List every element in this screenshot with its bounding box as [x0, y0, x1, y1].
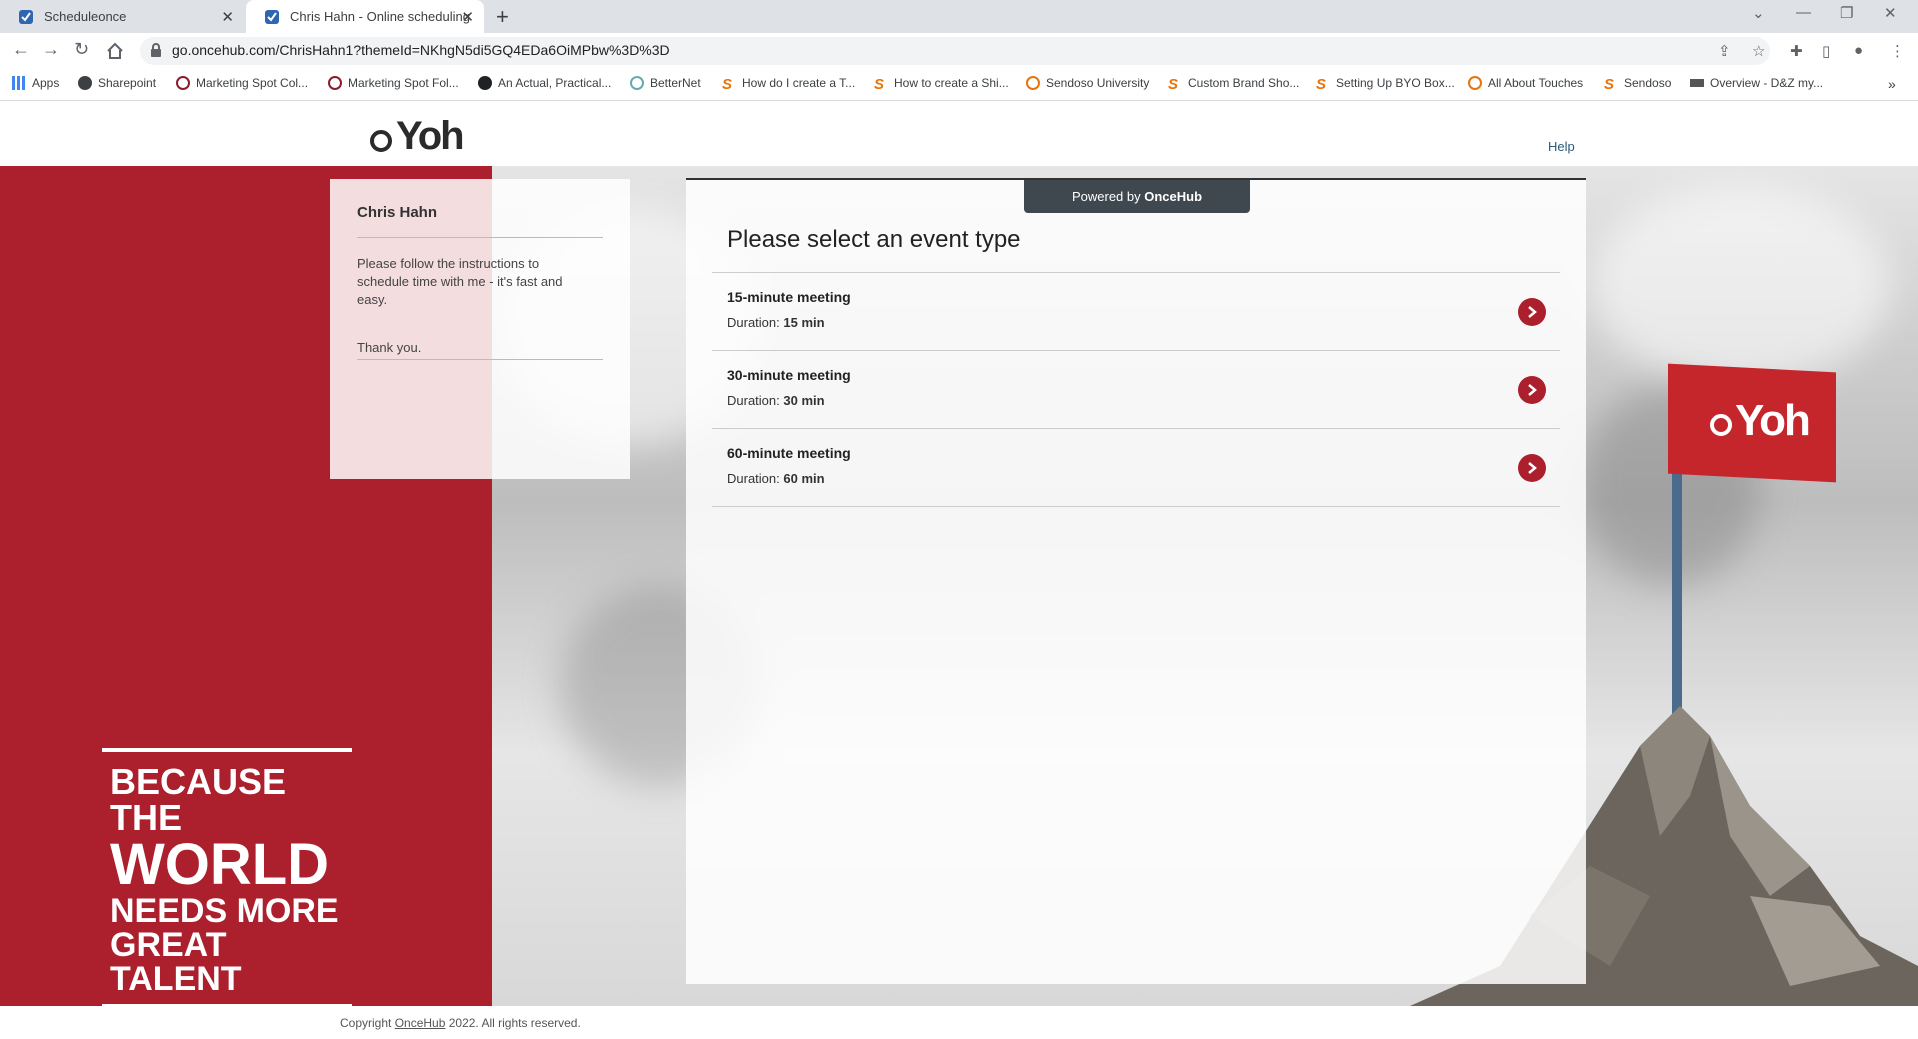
event-type-list: 15-minute meeting Duration: 15 min 30-mi…: [712, 272, 1560, 507]
tab-search-icon[interactable]: ⌄: [1752, 4, 1765, 22]
yoh-logo: Yoh: [370, 114, 465, 159]
event-name: 15-minute meeting: [727, 289, 851, 305]
oncehub-favicon-icon: [19, 9, 33, 24]
extensions-icon[interactable]: ✚: [1790, 42, 1803, 60]
menu-icon[interactable]: ⋮: [1890, 42, 1905, 60]
new-tab-icon[interactable]: +: [496, 4, 509, 30]
yoh-ring-icon: [328, 76, 342, 90]
bookmark-betternet[interactable]: BetterNet: [630, 76, 701, 90]
tagline: BECAUSE THE WORLD NEEDS MORE GREAT TALEN…: [102, 748, 352, 1006]
oncehub-link[interactable]: OnceHub: [395, 1016, 446, 1030]
bookmark-how-to-create[interactable]: S How to create a Shi...: [874, 76, 1009, 93]
event-type-30-min[interactable]: 30-minute meeting Duration: 30 min: [712, 351, 1560, 429]
bookmark-setting-up-byo[interactable]: S Setting Up BYO Box...: [1316, 76, 1455, 93]
tab-title: Scheduleonce: [44, 9, 127, 24]
tab-close-icon[interactable]: ✕: [221, 8, 234, 26]
browser-toolbar: ← → ↻ go.oncehub.com/ChrisHahn1?themeId=…: [0, 33, 1918, 69]
tagline-line-1: BECAUSE THE: [110, 761, 287, 838]
share-icon[interactable]: ⇪: [1718, 42, 1731, 60]
bookmark-custom-brand[interactable]: S Custom Brand Sho...: [1168, 76, 1299, 93]
bookmarks-bar: Apps Sharepoint Marketing Spot Col... Ma…: [0, 69, 1918, 101]
sendoso-icon: S: [722, 76, 733, 93]
event-name: 60-minute meeting: [727, 445, 851, 461]
event-duration: Duration: 60 min: [727, 471, 825, 486]
bookmark-all-about-touches[interactable]: All About Touches: [1468, 76, 1583, 90]
oncehub-favicon-icon: [265, 9, 279, 24]
tab-strip: Scheduleonce ✕ Chris Hahn - Online sched…: [0, 0, 1918, 33]
reload-icon[interactable]: ↻: [74, 39, 89, 60]
sendoso-icon: S: [1168, 76, 1179, 93]
minimize-icon[interactable]: —: [1796, 4, 1811, 21]
divider: [357, 237, 603, 238]
bookmark-marketing-spot-fol[interactable]: Marketing Spot Fol...: [328, 76, 459, 90]
yoh-ring-icon: [370, 129, 392, 152]
profile-icon[interactable]: ●: [1854, 42, 1863, 59]
chevron-right-icon[interactable]: [1518, 454, 1546, 482]
home-icon[interactable]: [106, 42, 124, 60]
event-type-60-min[interactable]: 60-minute meeting Duration: 60 min: [712, 429, 1560, 507]
divider: [357, 359, 603, 360]
restore-icon[interactable]: ❐: [1840, 4, 1853, 22]
sendoso-icon: S: [1604, 76, 1615, 93]
side-panel-icon[interactable]: ▯: [1822, 42, 1830, 60]
tab-title: Chris Hahn - Online scheduling: [290, 9, 470, 24]
sendoso-university-icon: [1026, 76, 1040, 90]
flag-yoh-logo: Yoh: [1710, 396, 1811, 446]
tab-scheduleonce[interactable]: Scheduleonce ✕: [0, 0, 244, 33]
footer: Copyright OnceHub 2022. All rights reser…: [0, 1006, 1918, 1039]
event-duration: Duration: 30 min: [727, 393, 825, 408]
back-icon[interactable]: ←: [12, 39, 30, 60]
bookmark-marketing-spot-col[interactable]: Marketing Spot Col...: [176, 76, 308, 90]
profile-card: Chris Hahn Please follow the instruction…: [330, 179, 630, 479]
hero-background: BECAUSE THE WORLD NEEDS MORE GREAT TALEN…: [0, 166, 1918, 1006]
clock-icon: [478, 76, 492, 90]
event-duration: Duration: 15 min: [727, 315, 825, 330]
bookmark-sendoso[interactable]: S Sendoso: [1604, 76, 1671, 93]
chevron-right-icon[interactable]: [1518, 376, 1546, 404]
tagline-line-4: GREAT TALENT: [110, 926, 242, 998]
profile-message: Please follow the instructions to schedu…: [357, 256, 563, 307]
event-selection-panel: Powered by OnceHub Please select an even…: [686, 178, 1586, 984]
yoh-ring-icon: [1710, 414, 1732, 436]
sendoso-icon: S: [1316, 76, 1327, 93]
url-text[interactable]: go.oncehub.com/ChrisHahn1?themeId=NKhgN5…: [172, 42, 670, 58]
powered-by-badge[interactable]: Powered by OnceHub: [1024, 180, 1250, 213]
tab-chris-hahn[interactable]: Chris Hahn - Online scheduling ✕: [246, 0, 484, 33]
copyright: Copyright OnceHub 2022. All rights reser…: [340, 1016, 581, 1030]
bookmark-sharepoint[interactable]: Sharepoint: [78, 76, 156, 90]
chevron-right-icon[interactable]: [1518, 298, 1546, 326]
yoh-ring-icon: [176, 76, 190, 90]
profile-name: Chris Hahn: [357, 204, 438, 221]
more-bookmarks-icon[interactable]: »: [1888, 76, 1896, 92]
page-title: Please select an event type: [727, 226, 1021, 253]
event-name: 30-minute meeting: [727, 367, 851, 383]
sendoso-university-icon: [1468, 76, 1482, 90]
help-link[interactable]: Help: [1548, 139, 1575, 154]
tagline-line-3: NEEDS MORE: [110, 892, 339, 930]
forward-icon[interactable]: →: [42, 39, 60, 60]
dz-icon: [1690, 79, 1704, 87]
apps-grid-icon: [12, 76, 26, 90]
event-type-15-min[interactable]: 15-minute meeting Duration: 15 min: [712, 273, 1560, 351]
betternet-icon: [630, 76, 644, 90]
bookmark-overview-dz[interactable]: Overview - D&Z my...: [1690, 76, 1823, 90]
bookmark-star-icon[interactable]: ☆: [1752, 42, 1765, 60]
lock-icon: [151, 43, 161, 57]
tagline-line-2: WORLD: [110, 832, 330, 897]
bookmark-how-do-i-create[interactable]: S How do I create a T...: [722, 76, 855, 93]
sendoso-icon: S: [874, 76, 885, 93]
tab-close-icon[interactable]: ✕: [461, 8, 474, 26]
globe-icon: [78, 76, 92, 90]
site-header: Yoh Help: [0, 102, 1918, 166]
bookmark-sendoso-university[interactable]: Sendoso University: [1026, 76, 1149, 90]
bookmark-apps[interactable]: Apps: [12, 76, 59, 90]
profile-thanks: Thank you.: [357, 340, 422, 355]
window-close-icon[interactable]: ✕: [1884, 4, 1897, 22]
bookmark-an-actual-practical[interactable]: An Actual, Practical...: [478, 76, 611, 90]
